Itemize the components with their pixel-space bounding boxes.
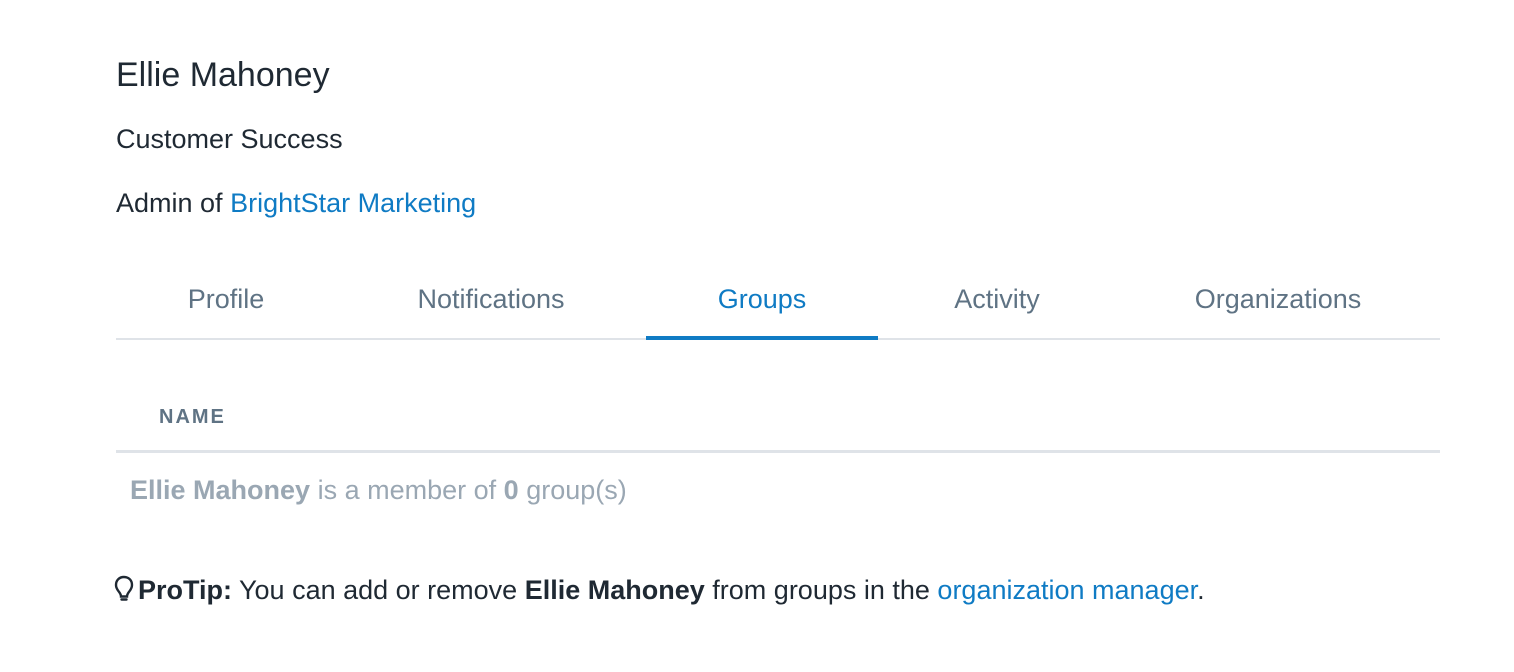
tab-organizations[interactable]: Organizations [1183,282,1373,316]
tab-bar: Profile Notifications Groups Activity Or… [116,262,1440,340]
user-name-heading: Ellie Mahoney [116,56,330,94]
tab-activity[interactable]: Activity [945,282,1049,316]
empty-message-middle: is a member of [317,475,497,505]
tab-notifications[interactable]: Notifications [404,282,578,316]
active-tab-indicator [646,336,878,340]
empty-message-suffix: group(s) [526,475,627,505]
empty-message-user-name: Ellie Mahoney [130,475,311,505]
organization-link[interactable]: BrightStar Marketing [230,188,476,218]
user-detail-page: Ellie Mahoney Customer Success Admin of … [0,0,1514,672]
protip-label: ProTip: [138,575,232,605]
tab-groups[interactable]: Groups [712,282,812,316]
organization-manager-link[interactable]: organization manager [937,575,1197,605]
protip-text-middle: from groups in the [712,575,930,605]
tab-profile[interactable]: Profile [182,282,270,316]
table-header-divider [116,450,1440,453]
admin-of-label: Admin of [116,188,223,218]
empty-groups-message: Ellie Mahoney is a member of 0 group(s) [130,473,627,507]
lightbulb-icon [114,575,134,611]
group-count: 0 [503,475,519,505]
protip-text-before: You can add or remove [239,575,518,605]
admin-of-line: Admin of BrightStar Marketing [116,186,476,220]
protip-user-name: Ellie Mahoney [524,575,705,605]
protip-text-after: . [1197,575,1205,605]
protip-line: ProTip: You can add or remove Ellie Maho… [114,573,1205,611]
name-column-header[interactable]: NAME [159,406,226,429]
user-department: Customer Success [116,124,343,154]
